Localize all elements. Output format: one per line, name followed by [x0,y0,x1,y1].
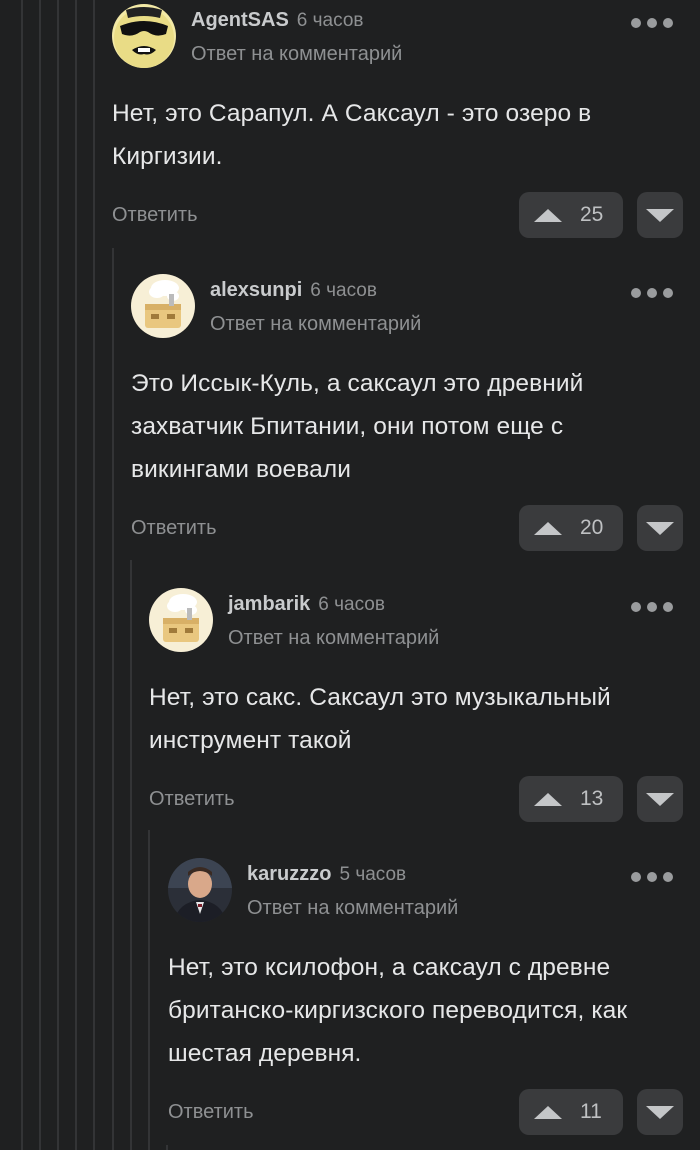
vote-count: 13 [580,787,604,810]
comment-actions: Ответить 13 [149,776,683,822]
more-dots-icon[interactable] [631,600,673,614]
vote-count: 25 [580,203,604,226]
author-line: AgentSAS 6 часов [191,8,363,33]
comment-text: Нет, это ксилофон, а саксаул с древне бр… [168,954,628,1067]
comment-header: karuzzzo 5 часов Ответ на комментарий [168,858,683,924]
triangle-up-icon [534,208,562,222]
comment-actions: Ответить 25 [112,192,683,238]
downvote-button[interactable] [637,776,683,822]
triangle-up-icon [534,792,562,806]
upvote-button[interactable]: 20 [519,505,623,551]
author-line: alexsunpi 6 часов [210,278,377,303]
triangle-down-icon [646,521,674,535]
upvote-button[interactable]: 11 [519,1089,623,1135]
comment: alexsunpi 6 часов Ответ на комментарий Эт… [131,274,683,551]
comment-thread: AgentSAS 6 часов Ответ на комментарий Нет… [0,0,700,1150]
comment-time: 5 часов [339,864,407,885]
triangle-up-icon [534,1105,562,1119]
comment-header: AgentSAS 6 часов Ответ на комментарий [112,4,683,70]
thread-line [39,0,41,1150]
avatar[interactable] [131,274,195,338]
comment-time: 6 часов [318,594,385,615]
reply-to-link[interactable]: Ответ на комментарий [228,625,439,651]
comment-header: alexsunpi 6 часов Ответ на комментарий [131,274,683,340]
thread-line [112,248,114,1150]
comment-actions: Ответить 20 [131,505,683,551]
comment: jambarik 6 часов Ответ на комментарий Нет… [149,588,683,822]
more-dots-icon[interactable] [631,286,673,300]
author-line: jambarik 6 часов [228,592,385,617]
reply-to-link[interactable]: Ответ на комментарий [210,311,421,337]
author-name[interactable]: AgentSAS [191,9,289,31]
comment-actions: Ответить 11 [168,1089,683,1135]
thread-line [93,0,95,1150]
avatar[interactable] [112,4,176,68]
triangle-down-icon [646,208,674,222]
reply-button[interactable]: Ответить [131,515,217,541]
reply-to-link[interactable]: Ответ на комментарий [247,895,458,921]
more-dots-icon[interactable] [631,870,673,884]
downvote-button[interactable] [637,1089,683,1135]
avatar[interactable] [168,858,232,922]
upvote-button[interactable]: 13 [519,776,623,822]
vote-count: 20 [580,516,604,539]
reply-button[interactable]: Ответить [112,202,198,228]
vote-count: 11 [580,1100,602,1123]
thread-line [75,0,77,1150]
comment-time: 6 часов [296,10,364,31]
comment: AgentSAS 6 часов Ответ на комментарий Нет… [112,4,683,238]
comment-text: Это Иссык-Куль, а саксаул это древний за… [131,370,584,483]
comment: karuzzzo 5 часов Ответ на комментарий Нет… [168,858,683,1135]
more-dots-icon[interactable] [631,16,673,30]
avatar[interactable] [149,588,213,652]
triangle-up-icon [534,521,562,535]
comment-header: jambarik 6 часов Ответ на комментарий [149,588,683,654]
reply-to-link[interactable]: Ответ на комментарий [191,41,402,67]
thread-line [130,560,132,1150]
thread-line [166,1145,168,1150]
author-name[interactable]: jambarik [228,593,310,615]
comment-text: Нет, это сакс. Саксаул это музыкальный и… [149,684,611,754]
thread-line [57,0,59,1150]
downvote-button[interactable] [637,505,683,551]
thread-line [21,0,23,1150]
author-line: karuzzzo 5 часов [247,862,406,887]
triangle-down-icon [646,1105,674,1119]
triangle-down-icon [646,792,674,806]
comment-time: 6 часов [310,280,377,301]
upvote-button[interactable]: 25 [519,192,623,238]
author-name[interactable]: karuzzzo [247,863,331,885]
reply-button[interactable]: Ответить [149,786,235,812]
comment-text: Нет, это Сарапул. А Саксаул - это озеро … [112,100,592,170]
thread-line [148,830,150,1150]
reply-button[interactable]: Ответить [168,1099,254,1125]
downvote-button[interactable] [637,192,683,238]
author-name[interactable]: alexsunpi [210,279,302,301]
